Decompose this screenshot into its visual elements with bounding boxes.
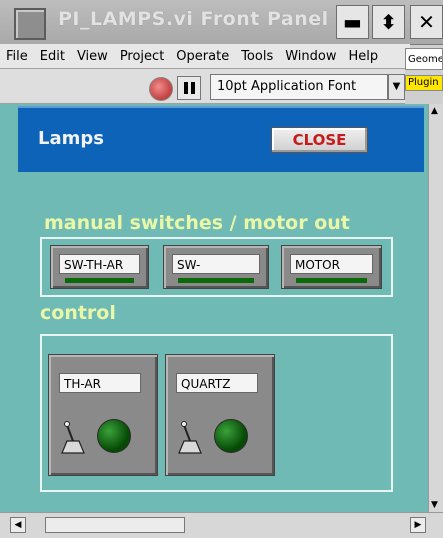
menu-operate[interactable]: Operate — [170, 49, 235, 64]
led-indicator — [178, 278, 254, 283]
menu-tools[interactable]: Tools — [235, 49, 279, 64]
pause-button[interactable] — [177, 76, 201, 100]
toggle-switch-icon[interactable] — [59, 419, 87, 457]
menu-help[interactable]: Help — [342, 49, 384, 64]
menu-file[interactable]: File — [0, 49, 34, 64]
switch-label: MOTOR — [290, 254, 373, 274]
panel-title: Lamps — [38, 128, 104, 149]
pause-icon — [183, 82, 188, 94]
led-indicator — [65, 278, 134, 283]
switch-sw-th-ar[interactable]: SW-TH-AR — [50, 245, 149, 289]
scroll-up-icon[interactable]: ▲ — [431, 106, 438, 116]
menu-project[interactable]: Project — [114, 49, 170, 64]
geometry-window-edge[interactable]: Geome — [405, 48, 443, 70]
scroll-down-icon[interactable]: ▼ — [431, 500, 438, 510]
switch-label: SW-TH-AR — [59, 254, 140, 274]
menu-edit[interactable]: Edit — [34, 49, 71, 64]
switch-sw[interactable]: SW- — [163, 245, 269, 289]
menu-view[interactable]: View — [71, 49, 114, 64]
menu-window[interactable]: Window — [279, 49, 342, 64]
plugin-window-edge[interactable]: Plugin — [405, 75, 443, 91]
title-bar[interactable]: PI_LAMPS.vi Front Panel ▬ ⬍ ✕ — [0, 0, 443, 45]
horizontal-scrollbar[interactable]: ◀ ▶ — [0, 512, 443, 538]
scroll-left-icon[interactable]: ◀ — [10, 517, 26, 533]
lamp-th-ar: TH-AR — [48, 354, 158, 476]
vertical-scrollbar[interactable]: ▲ ▼ — [428, 104, 443, 512]
lamp-quartz: QUARTZ — [165, 354, 275, 476]
toolbar: 10pt Application Font ▼ — [0, 69, 405, 104]
menu-bar: File Edit View Project Operate Tools Win… — [0, 44, 410, 69]
manual-switches-label: manual switches / motor out — [44, 212, 350, 234]
run-button-icon[interactable] — [149, 77, 173, 101]
lamp-indicator-light — [214, 419, 248, 453]
maximize-button[interactable]: ⬍ — [372, 5, 405, 39]
pause-icon — [190, 82, 195, 94]
chevron-down-icon[interactable]: ▼ — [388, 74, 405, 100]
switch-label: SW- — [172, 254, 260, 274]
lamp-label: QUARTZ — [176, 373, 258, 393]
control-label: control — [40, 302, 116, 324]
minimize-button[interactable]: ▬ — [336, 5, 369, 39]
font-select[interactable]: 10pt Application Font — [210, 74, 388, 100]
lamp-indicator-light — [97, 419, 131, 453]
close-button[interactable]: CLOSE — [271, 127, 368, 153]
scroll-thumb[interactable] — [45, 517, 185, 533]
scroll-right-icon[interactable]: ▶ — [410, 517, 426, 533]
toggle-switch-icon[interactable] — [176, 419, 204, 457]
window-title: PI_LAMPS.vi Front Panel — [58, 8, 329, 30]
led-indicator — [296, 278, 367, 283]
lamp-label: TH-AR — [59, 373, 141, 393]
switch-motor[interactable]: MOTOR — [281, 245, 382, 289]
app-icon[interactable] — [14, 8, 46, 40]
close-window-button[interactable]: ✕ — [410, 5, 443, 39]
